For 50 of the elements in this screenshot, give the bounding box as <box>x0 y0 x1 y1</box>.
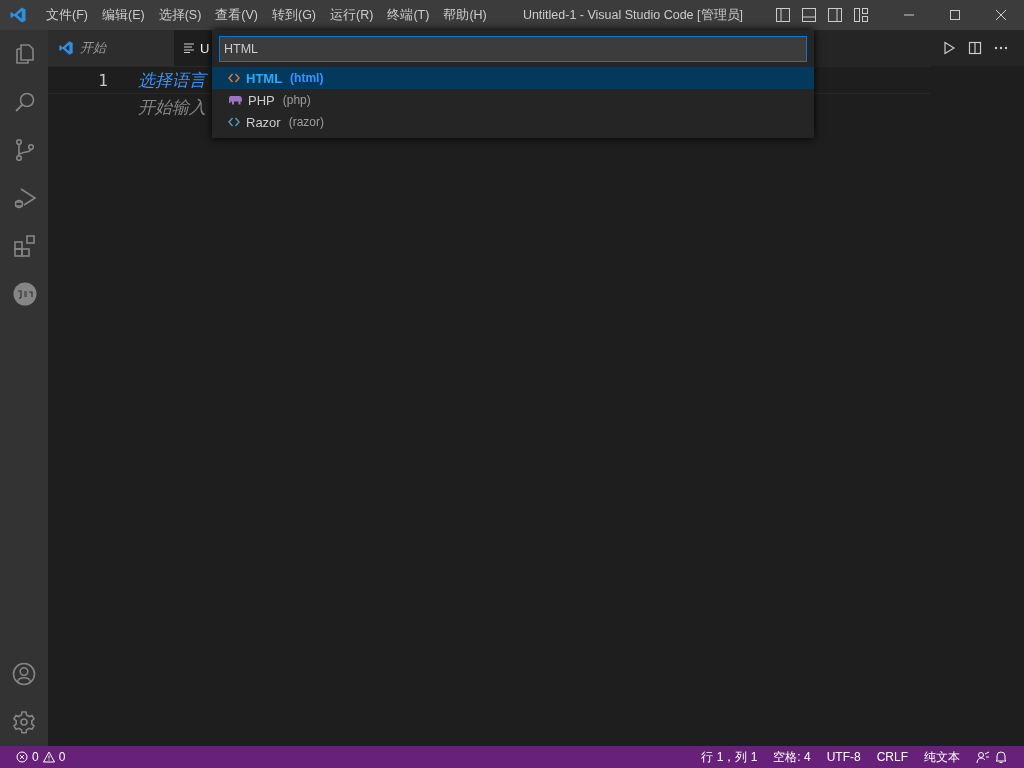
close-icon[interactable] <box>995 9 1007 21</box>
run-icon[interactable] <box>942 41 956 55</box>
error-icon[interactable] <box>16 751 28 763</box>
app-logo-icon <box>9 6 27 24</box>
maximize-icon[interactable] <box>949 9 961 21</box>
status-item[interactable]: 行 1，列 1 <box>701 748 758 766</box>
menu-item[interactable]: 选择(S) <box>151 6 209 24</box>
menu-item[interactable]: 帮助(H) <box>436 6 494 24</box>
run-debug-icon[interactable] <box>13 186 37 210</box>
code-brackets-icon <box>228 117 240 127</box>
text-file-icon <box>184 43 194 53</box>
search-icon[interactable] <box>13 90 37 114</box>
feedback-icon[interactable] <box>976 750 990 764</box>
branch-icon[interactable] <box>13 138 37 162</box>
split-editor-icon[interactable] <box>968 41 982 55</box>
editor-tab[interactable]: 开始 <box>48 30 174 66</box>
elephant-icon <box>228 95 242 105</box>
app-logo-icon <box>58 40 74 56</box>
settings-icon[interactable] <box>12 710 36 734</box>
menu-item[interactable]: 编辑(E) <box>94 6 152 24</box>
panel-layout-icon[interactable] <box>801 7 817 23</box>
language-search-field[interactable]: HTML <box>219 36 807 62</box>
menu-item[interactable]: 查看(V) <box>208 6 265 24</box>
editor-hint-text: 开始输入 <box>138 95 206 119</box>
menu-item[interactable]: 终端(T) <box>380 6 437 24</box>
warning-icon[interactable] <box>42 751 55 763</box>
line-number: 1 <box>98 70 108 90</box>
extensions-icon[interactable] <box>13 234 37 258</box>
menu-item[interactable]: 转到(G) <box>265 6 324 24</box>
files-icon[interactable] <box>13 42 37 66</box>
sidebar-layout-icon[interactable] <box>775 7 791 23</box>
notification-bell-icon[interactable] <box>994 750 1008 764</box>
menu-item[interactable]: 文件(F) <box>39 6 95 24</box>
warning-count[interactable]: 0 <box>58 750 66 764</box>
window-title: Untitled-1 - Visual Studio Code [管理员] <box>522 6 743 24</box>
secondary-sidebar-layout-icon[interactable] <box>827 7 843 23</box>
language-option[interactable]: HTML (html) <box>212 67 814 89</box>
status-item[interactable]: 空格: 4 <box>773 748 811 766</box>
status-item[interactable]: CRLF <box>876 750 908 764</box>
json-extension-icon[interactable] <box>13 282 37 306</box>
code-brackets-icon <box>228 73 240 83</box>
account-icon[interactable] <box>12 662 36 686</box>
language-option[interactable]: Razor (razor) <box>212 111 814 133</box>
editor-hint-text: 选择语言 <box>138 68 206 92</box>
status-item[interactable]: UTF-8 <box>826 750 861 764</box>
menu-item[interactable]: 运行(R) <box>323 6 381 24</box>
status-item[interactable]: 纯文本 <box>924 748 960 766</box>
language-option[interactable]: PHP (php) <box>212 89 814 111</box>
customize-layout-icon[interactable] <box>853 7 869 23</box>
error-count[interactable]: 0 <box>32 750 39 764</box>
